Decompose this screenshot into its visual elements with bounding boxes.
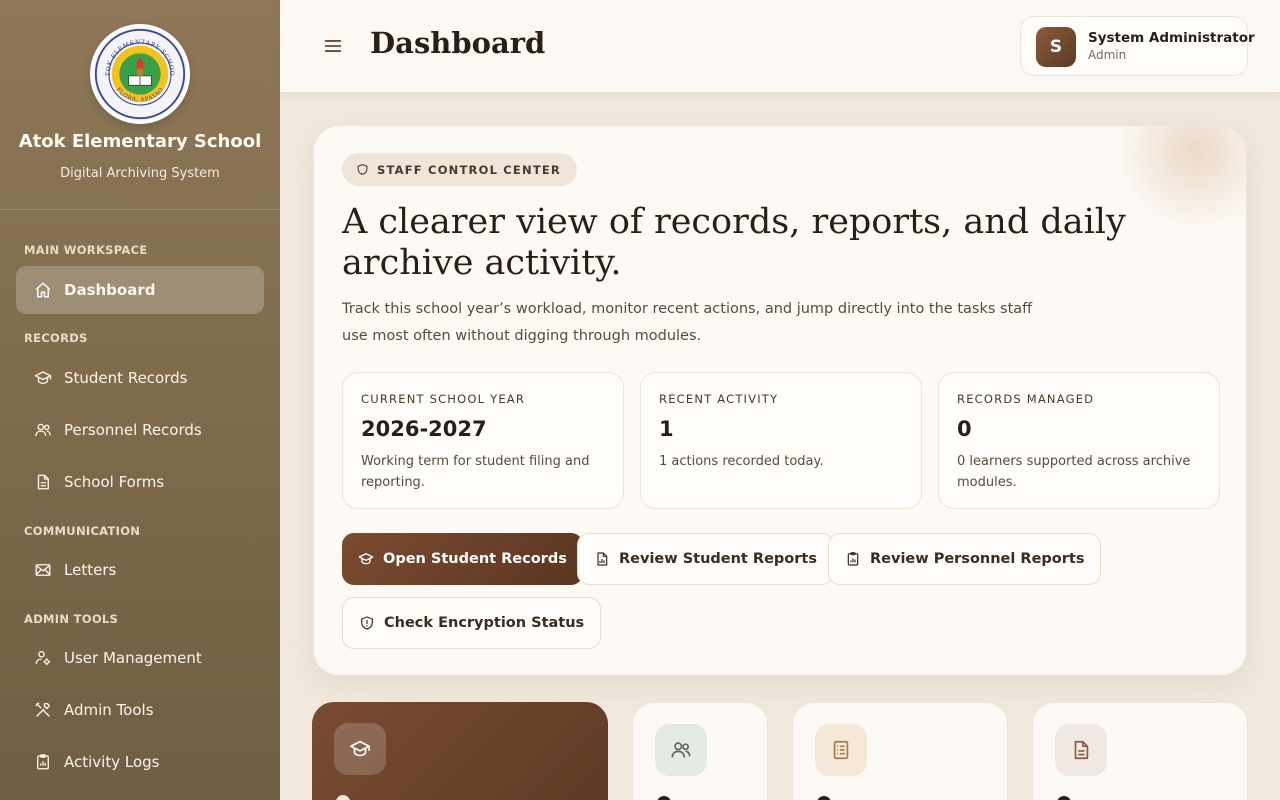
button-label: Review Personnel Reports	[870, 551, 1085, 567]
stat-description: 1 actions recorded today.	[659, 454, 824, 469]
module-card-letters[interactable]	[1032, 702, 1248, 800]
sidebar: ATOK ELEMENTARY SCHOOL FLORA, APAYAO Ato…	[0, 0, 280, 800]
button-label: Open Student Records	[383, 551, 567, 567]
card-icon-container	[815, 724, 867, 776]
module-card-students[interactable]	[312, 702, 608, 800]
stat-description: Working term for student filing and repo…	[361, 454, 590, 490]
card-indicator	[817, 796, 831, 800]
sidebar-item-label: Letters	[64, 561, 117, 579]
staff-control-center-card: STAFF CONTROL CENTER A clearer view of r…	[313, 125, 1247, 676]
school-logo: ATOK ELEMENTARY SCHOOL FLORA, APAYAO	[90, 24, 190, 124]
stat-card-records-managed: RECORDS MANAGED 0 0 learners supported a…	[938, 372, 1220, 509]
stat-card-recent-activity: RECENT ACTIVITY 1 1 actions recorded tod…	[640, 372, 922, 509]
sidebar-item-label: User Management	[64, 649, 202, 667]
user-name: System Administrator	[1088, 30, 1255, 46]
users-icon	[671, 742, 691, 758]
button-label: Check Encryption Status	[384, 615, 585, 631]
section-communication: COMMUNICATION	[24, 524, 141, 538]
user-gear-icon	[34, 649, 52, 667]
list-document-icon	[833, 740, 849, 760]
shield-alert-icon	[361, 616, 373, 630]
user-profile-card[interactable]: S System Administrator Admin	[1020, 16, 1255, 76]
clipboard-chart-icon	[847, 552, 859, 566]
sidebar-item-dashboard[interactable]: Dashboard	[16, 266, 264, 314]
sidebar-item-label: Admin Tools	[64, 701, 154, 719]
hamburger-icon	[324, 40, 342, 52]
stat-value: 2026-2027	[361, 417, 487, 441]
page-title: Dashboard	[370, 26, 546, 60]
stat-card-school-year: CURRENT SCHOOL YEAR 2026-2027 Working te…	[342, 372, 624, 509]
review-personnel-reports-button[interactable]: Review Personnel Reports	[828, 533, 1102, 585]
card-icon-container	[1055, 724, 1107, 776]
users-icon	[34, 421, 52, 439]
document-icon	[1074, 740, 1089, 760]
sidebar-item-school-forms[interactable]: School Forms	[16, 458, 264, 506]
stat-description: 0 learners supported across archive modu…	[957, 454, 1191, 490]
sidebar-item-letters[interactable]: Letters	[16, 546, 264, 594]
review-student-reports-button[interactable]: Review Student Reports	[577, 533, 834, 585]
graduation-cap-icon	[350, 740, 370, 757]
sidebar-item-personnel-records[interactable]: Personnel Records	[16, 406, 264, 454]
sidebar-item-label: Personnel Records	[64, 421, 202, 439]
avatar: S	[1036, 27, 1076, 67]
card-icon-container	[334, 723, 386, 775]
stat-label: CURRENT SCHOOL YEAR	[361, 392, 526, 406]
stat-label: RECENT ACTIVITY	[659, 392, 779, 406]
sidebar-item-label: Student Records	[64, 369, 188, 387]
section-main-workspace: MAIN WORKSPACE	[24, 243, 148, 257]
shield-icon	[357, 164, 368, 175]
hero-description: Track this school year’s workload, monit…	[342, 301, 1033, 344]
badge-label: STAFF CONTROL CENTER	[377, 162, 561, 177]
stat-value: 1	[659, 417, 674, 441]
report-icon	[597, 552, 608, 566]
menu-toggle-button[interactable]	[322, 35, 344, 57]
document-icon	[34, 473, 52, 491]
sidebar-item-label: Activity Logs	[64, 753, 160, 771]
sidebar-brand: ATOK ELEMENTARY SCHOOL FLORA, APAYAO Ato…	[0, 0, 280, 210]
stat-label: RECORDS MANAGED	[957, 392, 1095, 406]
check-encryption-status-button[interactable]: Check Encryption Status	[342, 597, 602, 649]
graduation-cap-icon	[358, 553, 374, 565]
section-admin-tools: ADMIN TOOLS	[24, 612, 119, 626]
button-label: Review Student Reports	[619, 551, 817, 567]
sidebar-item-label: Dashboard	[64, 281, 156, 299]
clipboard-chart-icon	[34, 753, 52, 771]
stat-value: 0	[957, 417, 972, 441]
school-subtitle: Digital Archiving System	[60, 166, 220, 181]
top-header: Dashboard S System Administrator Admin	[280, 0, 1280, 92]
module-card-forms[interactable]	[792, 702, 1008, 800]
mail-icon	[34, 561, 52, 579]
school-name: Atok Elementary School	[18, 131, 262, 152]
user-role: Admin	[1088, 48, 1127, 62]
sidebar-item-admin-tools[interactable]: Admin Tools	[16, 686, 264, 734]
card-indicator	[1057, 796, 1071, 800]
section-records: RECORDS	[24, 331, 88, 345]
tools-icon	[34, 701, 52, 719]
section-badge: STAFF CONTROL CENTER	[342, 153, 577, 186]
hero-headline: A clearer view of records, reports, and …	[342, 202, 1126, 283]
sidebar-item-activity-logs[interactable]: Activity Logs	[16, 738, 264, 786]
sidebar-item-label: School Forms	[64, 473, 165, 491]
graduation-cap-icon	[34, 369, 52, 387]
card-icon-container	[655, 724, 707, 776]
module-card-personnel[interactable]	[632, 702, 768, 800]
card-indicator	[657, 796, 671, 800]
sidebar-item-user-management[interactable]: User Management	[16, 634, 264, 682]
sidebar-item-student-records[interactable]: Student Records	[16, 354, 264, 402]
card-indicator	[336, 795, 350, 800]
open-student-records-button[interactable]: Open Student Records	[342, 533, 583, 585]
home-icon	[34, 281, 52, 299]
